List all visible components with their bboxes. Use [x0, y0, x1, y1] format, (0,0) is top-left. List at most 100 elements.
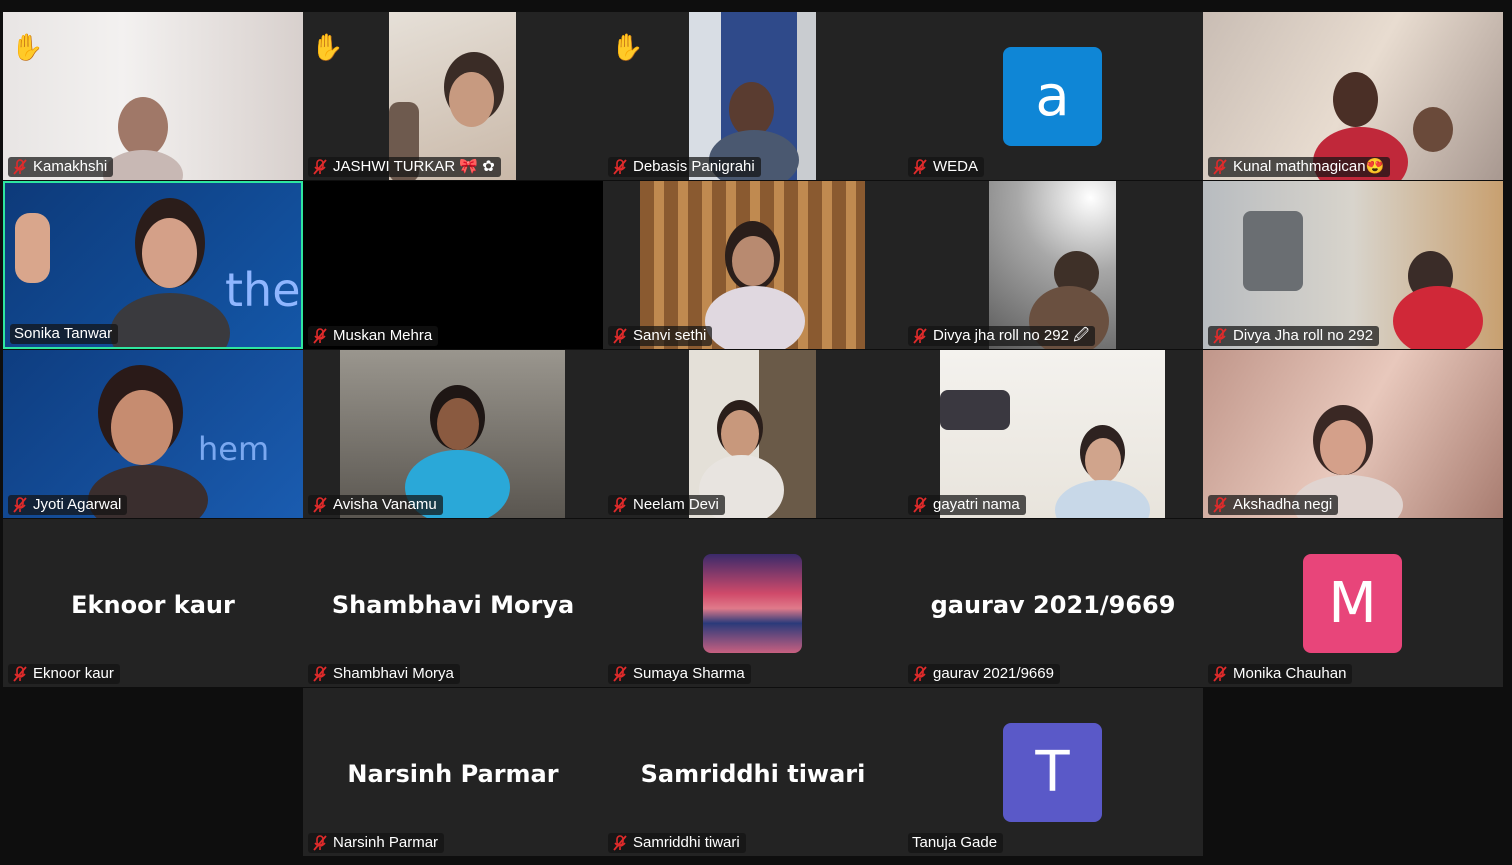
mic-muted-icon	[913, 159, 927, 175]
raised-hand-icon: ✋	[611, 32, 644, 62]
participant-name: Shambhavi Morya	[333, 665, 454, 682]
participant-tile[interactable]: ✋ Kamakhshi	[3, 12, 303, 180]
participant-display-name: Narsinh Parmar	[347, 760, 559, 788]
participant-name: Neelam Devi	[633, 496, 719, 513]
participant-name: gaurav 2021/9669	[933, 665, 1054, 682]
video-feed	[1203, 350, 1503, 518]
participant-name: WEDA	[933, 158, 978, 175]
participant-name-tag: Monika Chauhan	[1208, 664, 1353, 684]
participant-tile[interactable]: hem Jyoti Agarwal	[3, 350, 303, 518]
participant-tile[interactable]: ✋ Debasis Panigrahi	[603, 12, 903, 180]
mic-muted-icon	[613, 328, 627, 344]
avatar: a	[1003, 47, 1102, 146]
mic-muted-icon	[313, 835, 327, 851]
participant-name-tag: Muskan Mehra	[308, 326, 439, 346]
participant-name: Sumaya Sharma	[633, 665, 745, 682]
raised-hand-icon: ✋	[311, 32, 344, 62]
participant-name: Eknoor kaur	[33, 665, 114, 682]
video-feed	[340, 350, 565, 518]
participant-tile[interactable]: the Sonika Tanwar	[3, 181, 303, 349]
participant-name-tag: Narsinh Parmar	[308, 833, 445, 853]
participant-name-tag: Akshadha negi	[1208, 495, 1339, 515]
participant-name-tag: JASHWI TURKAR 🎀 ✿	[308, 157, 501, 177]
participant-tile[interactable]: M Monika Chauhan	[1203, 519, 1503, 687]
participant-name: Muskan Mehra	[333, 327, 433, 344]
mic-muted-icon	[613, 497, 627, 513]
participant-name-tag: gaurav 2021/9669	[908, 664, 1060, 684]
video-feed	[1203, 12, 1503, 180]
participant-name-tag: Eknoor kaur	[8, 664, 120, 684]
video-feed	[989, 181, 1116, 349]
participant-tile[interactable]: Narsinh Parmar Narsinh Parmar	[303, 688, 603, 856]
participant-name: JASHWI TURKAR 🎀 ✿	[333, 158, 495, 175]
participant-tile[interactable]: gaurav 2021/9669 gaurav 2021/9669	[903, 519, 1203, 687]
mic-muted-icon	[913, 328, 927, 344]
participant-tile[interactable]: gayatri nama	[903, 350, 1203, 518]
participant-name-tag: Divya jha roll no 292 🖉	[908, 326, 1096, 346]
mic-muted-icon	[1213, 328, 1227, 344]
mic-muted-icon	[613, 666, 627, 682]
participant-name: Jyoti Agarwal	[33, 496, 122, 513]
participant-tile[interactable]: Muskan Mehra	[303, 181, 603, 349]
mic-muted-icon	[13, 159, 27, 175]
participant-tile[interactable]: Akshadha negi	[1203, 350, 1503, 518]
participant-name-tag: Debasis Panigrahi	[608, 157, 761, 177]
participant-name: Divya Jha roll no 292	[1233, 327, 1374, 344]
participant-tile[interactable]: Divya Jha roll no 292	[1203, 181, 1503, 349]
participant-name-tag: Shambhavi Morya	[308, 664, 460, 684]
participant-name-tag: Sanvi sethi	[608, 326, 713, 346]
mic-muted-icon	[1213, 666, 1227, 682]
participant-name: Narsinh Parmar	[333, 834, 439, 851]
participant-display-name: Shambhavi Morya	[331, 591, 575, 619]
participant-name: Samriddhi tiwari	[633, 834, 740, 851]
participant-name: Akshadha negi	[1233, 496, 1333, 513]
raised-hand-icon: ✋	[11, 32, 44, 62]
participant-name-tag: Divya Jha roll no 292	[1208, 326, 1380, 346]
avatar: T	[1003, 723, 1102, 822]
mic-muted-icon	[13, 666, 27, 682]
background-logo-fragment: hem	[198, 430, 270, 468]
video-feed	[689, 12, 816, 180]
video-feed	[1203, 181, 1503, 349]
participant-tile[interactable]: a WEDA	[903, 12, 1203, 180]
participant-tile[interactable]: ✋ JASHWI TURKAR 🎀 ✿	[303, 12, 603, 180]
participant-name-tag: gayatri nama	[908, 495, 1026, 515]
mic-muted-icon	[313, 328, 327, 344]
mic-muted-icon	[1213, 497, 1227, 513]
participant-tile[interactable]: Neelam Devi	[603, 350, 903, 518]
participant-name: Debasis Panigrahi	[633, 158, 755, 175]
participant-name: Kunal mathmagican😍	[1233, 158, 1385, 175]
mic-muted-icon	[613, 835, 627, 851]
participant-tile[interactable]: Avisha Vanamu	[303, 350, 603, 518]
participant-tile[interactable]: Divya jha roll no 292 🖉	[903, 181, 1203, 349]
participant-name: Divya jha roll no 292 🖉	[933, 327, 1090, 344]
mic-muted-icon	[913, 666, 927, 682]
video-feed	[940, 350, 1165, 518]
participant-tile[interactable]: Kunal mathmagican😍	[1203, 12, 1503, 180]
participant-tile[interactable]: Sumaya Sharma	[603, 519, 903, 687]
mic-muted-icon	[313, 497, 327, 513]
mic-muted-icon	[313, 159, 327, 175]
participant-name: Tanuja Gade	[912, 834, 998, 851]
participant-name: Avisha Vanamu	[333, 496, 437, 513]
participant-name-tag: Tanuja Gade	[908, 833, 1004, 853]
participant-name: Sonika Tanwar	[14, 325, 113, 342]
video-feed	[389, 12, 516, 180]
video-feed	[3, 12, 303, 180]
participant-name: Sanvi sethi	[633, 327, 707, 344]
participant-name: Kamakhshi	[33, 158, 108, 175]
mic-muted-icon	[1213, 159, 1227, 175]
participant-name-tag: WEDA	[908, 157, 984, 177]
mic-muted-icon	[13, 497, 27, 513]
participant-tile[interactable]: Shambhavi Morya Shambhavi Morya	[303, 519, 603, 687]
participant-tile[interactable]: Samriddhi tiwari Samriddhi tiwari	[603, 688, 903, 856]
participant-name-tag: Kunal mathmagican😍	[1208, 157, 1391, 177]
participant-name-tag: Sumaya Sharma	[608, 664, 751, 684]
video-feed: hem	[3, 350, 303, 518]
participant-tile[interactable]: Eknoor kaur Eknoor kaur	[3, 519, 303, 687]
participant-tile[interactable]: T Tanuja Gade	[903, 688, 1203, 856]
participant-name-tag: Jyoti Agarwal	[8, 495, 128, 515]
video-feed	[689, 350, 816, 518]
participant-tile[interactable]: Sanvi sethi	[603, 181, 903, 349]
participant-name-tag: Sonika Tanwar	[10, 324, 119, 344]
